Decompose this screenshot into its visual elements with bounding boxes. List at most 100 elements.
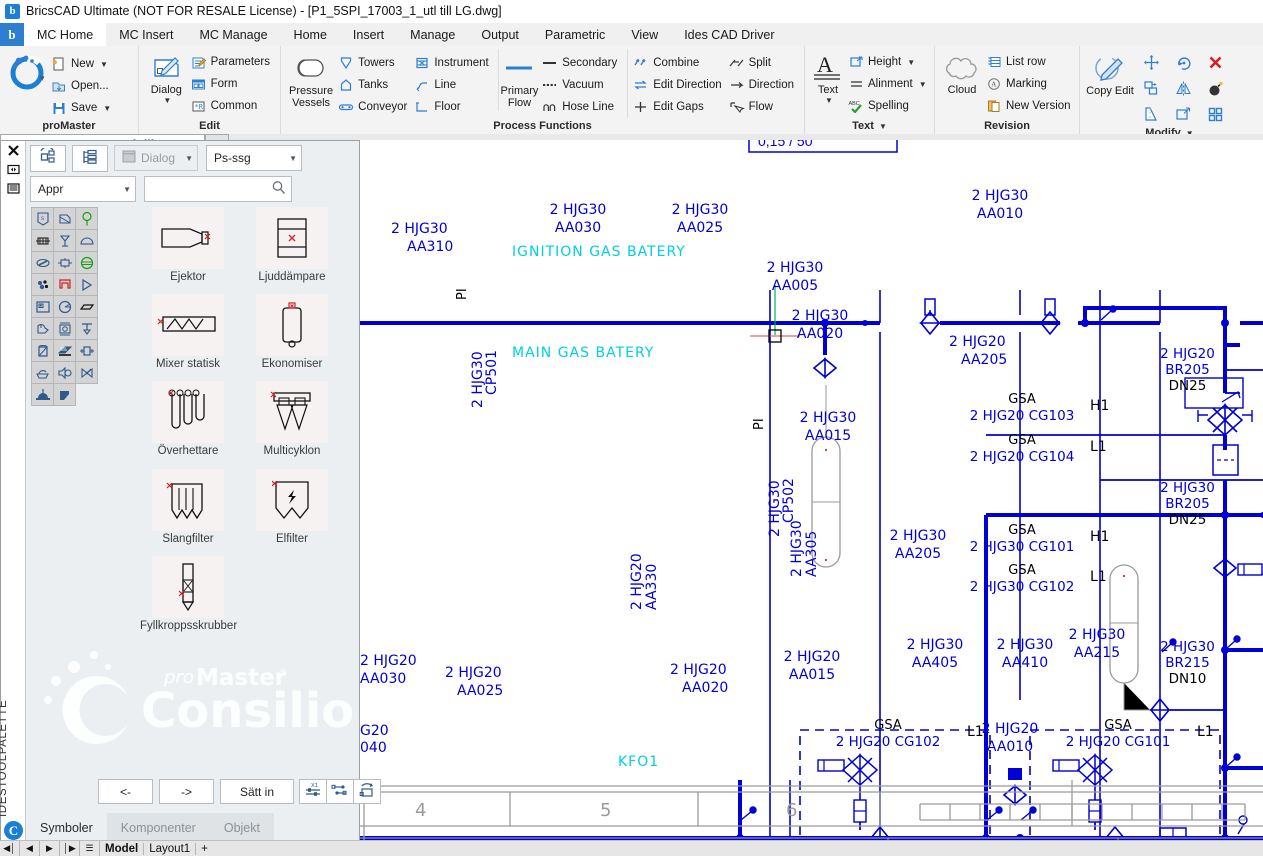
application-menu-button[interactable]: b — [0, 23, 24, 46]
height-button[interactable]: Height ▼ — [846, 51, 932, 73]
scale-icon[interactable] — [1167, 101, 1199, 127]
common-button[interactable]: *R Common — [189, 95, 275, 117]
dialog-mode-select[interactable]: Dialog ▼ — [114, 145, 198, 171]
tab-mc-home[interactable]: MC Home — [24, 23, 107, 46]
symbol-cat-valve-flag-icon[interactable]: s — [31, 207, 54, 230]
hose-line-button[interactable]: Hose Line — [540, 96, 622, 118]
symbol-cat-heat-exchanger-icon[interactable] — [31, 229, 54, 252]
next-button[interactable]: -> — [159, 779, 214, 804]
explode-bomb-icon[interactable] — [1199, 75, 1231, 101]
list-row-button[interactable]: List row — [984, 51, 1076, 73]
symbol-cat-damper-icon[interactable] — [31, 251, 54, 274]
symbol-cat-agitator-icon[interactable] — [75, 317, 98, 340]
last-layout-button[interactable]: │▶ — [60, 841, 80, 856]
pressure-vessels-button[interactable]: Pressure Vessels — [286, 49, 336, 111]
vacuum-button[interactable]: Vacuum — [540, 74, 622, 96]
symbol-item-fyllkroppsskrubber[interactable]: Fyllkroppsskrubber — [138, 555, 238, 633]
dialog-button[interactable]: Dialog ▼ — [144, 49, 189, 108]
add-layout-button[interactable]: + — [196, 841, 213, 856]
symbol-cat-inline-unit-icon[interactable] — [75, 339, 98, 362]
symbol-cat-cylinder-icon[interactable] — [31, 339, 54, 362]
prev-layout-button[interactable]: ◀ — [20, 841, 40, 856]
tab-parametric[interactable]: Parametric — [532, 23, 618, 46]
drawing-canvas[interactable]: 0,15 / 50 IGNITION GAS BATERY MAIN GAS B… — [360, 140, 1263, 840]
palette-menu-icon[interactable] — [3, 179, 23, 198]
primary-flow-button[interactable]: Primary Flow — [497, 49, 541, 112]
towers-button[interactable]: Towers — [336, 52, 412, 74]
palette-autohide-icon[interactable] — [3, 160, 23, 179]
tab-mc-insert[interactable]: MC Insert — [106, 23, 186, 46]
symbol-cat-hood-icon[interactable] — [75, 229, 98, 252]
direction-button[interactable]: Direction — [727, 74, 799, 96]
delete-x-icon[interactable] — [1199, 49, 1231, 75]
flow-button[interactable]: Flow — [727, 96, 799, 118]
status-tab-model[interactable]: Model — [100, 841, 143, 856]
connect-button[interactable] — [326, 779, 354, 804]
secondary-button[interactable]: Secondary — [540, 52, 622, 74]
palette-close-icon[interactable] — [3, 141, 23, 160]
chevron-down-icon[interactable]: ▼ — [879, 122, 887, 131]
promaster-logo-icon[interactable]: ▾ — [5, 53, 49, 91]
layout-list-button[interactable]: ☰ — [80, 841, 100, 856]
tanks-button[interactable]: Tanks — [336, 74, 412, 96]
symbol-cat-stack-plate-icon[interactable] — [53, 339, 76, 362]
search-icon[interactable] — [271, 180, 286, 198]
symbol-item-ekonomiser[interactable]: Ekonomiser — [242, 294, 342, 371]
tab-mc-manage[interactable]: MC Manage — [186, 23, 280, 46]
symbol-item-slangfilter[interactable]: Slangfilter — [138, 468, 238, 546]
move-icon[interactable] — [1135, 49, 1167, 75]
symbol-cat-funnel-icon[interactable] — [53, 229, 76, 252]
symbol-cat-screen-box-icon[interactable] — [31, 295, 54, 318]
symbol-cat-disc-icon[interactable] — [53, 295, 76, 318]
save-button[interactable]: Save ▼ — [49, 97, 116, 119]
symbol-cat-red-hopper-icon[interactable] — [53, 273, 76, 296]
palette-search-field[interactable] — [144, 176, 292, 202]
symbol-cat-green-sphere-icon[interactable] — [75, 251, 98, 274]
symbol-item-mixer-statisk[interactable]: Mixer statisk — [138, 294, 238, 371]
array-icon[interactable] — [1199, 101, 1231, 127]
new-button[interactable]: New ▼ — [49, 53, 116, 75]
line-button[interactable]: Line — [412, 74, 493, 96]
symbol-item-multicyklon[interactable]: Multicyklon — [242, 381, 342, 458]
search-input[interactable] — [152, 181, 271, 197]
instrument-button[interactable]: Instrument — [412, 52, 493, 74]
symbol-cat-wedge-icon[interactable] — [75, 295, 98, 318]
symbol-cat-filter-box-icon[interactable] — [53, 251, 76, 274]
marking-button[interactable]: A Marking — [984, 73, 1076, 95]
symbol-cat-press-icon[interactable] — [53, 317, 76, 340]
tab-output[interactable]: Output — [468, 23, 532, 46]
alinment-button[interactable]: Alinment ▼ — [846, 73, 932, 95]
symbol-cat-silencer-icon[interactable] — [53, 361, 76, 384]
form-button[interactable]: Form — [189, 73, 275, 95]
first-layout-button[interactable]: ◀│ — [0, 841, 20, 856]
rotate-icon[interactable] — [1167, 49, 1199, 75]
split-button[interactable]: Split — [727, 52, 799, 74]
symbol-cat-pump-tank-icon[interactable] — [53, 207, 76, 230]
edit-gaps-button[interactable]: Edit Gaps — [631, 96, 726, 118]
spelling-button[interactable]: ABC Spelling — [846, 95, 932, 117]
appr-select[interactable]: Appr ▼ — [30, 176, 136, 202]
symbol-cat-green-bulb-icon[interactable] — [75, 207, 98, 230]
text-button[interactable]: A Text ▼ — [810, 49, 846, 108]
symbol-cat-granulator-icon[interactable] — [31, 273, 54, 296]
cloud-button[interactable]: Cloud — [940, 49, 984, 99]
new-version-button[interactable]: New Version — [984, 95, 1076, 117]
palette-tab-symboler[interactable]: Symboler — [26, 813, 107, 843]
tab-manage[interactable]: Manage — [397, 23, 468, 46]
symbol-cat-blower-icon[interactable] — [31, 317, 54, 340]
taper-icon[interactable] — [1135, 101, 1167, 127]
symbol-cat-boat-icon[interactable] — [31, 361, 54, 384]
replace-button[interactable] — [353, 779, 381, 804]
combine-button[interactable]: Combine — [631, 52, 726, 74]
conveyor-button[interactable]: Conveyor — [336, 96, 412, 118]
ps-ssg-select[interactable]: Ps-ssg ▼ — [206, 145, 302, 171]
symbol-cat-scoop-icon[interactable] — [53, 383, 76, 406]
symbol-cat-dome-icon[interactable] — [31, 383, 54, 406]
next-layout-button[interactable]: ▶ — [40, 841, 60, 856]
symbol-item-ejektor[interactable]: Ejektor — [138, 207, 238, 284]
settings-x1-button[interactable]: X1 — [299, 779, 327, 804]
insert-button[interactable]: Sätt in — [220, 779, 294, 804]
prev-button[interactable]: <- — [98, 779, 153, 804]
parameters-button[interactable]: Parameters — [189, 51, 275, 73]
copy-edit-button[interactable]: Copy Edit — [1085, 49, 1135, 99]
